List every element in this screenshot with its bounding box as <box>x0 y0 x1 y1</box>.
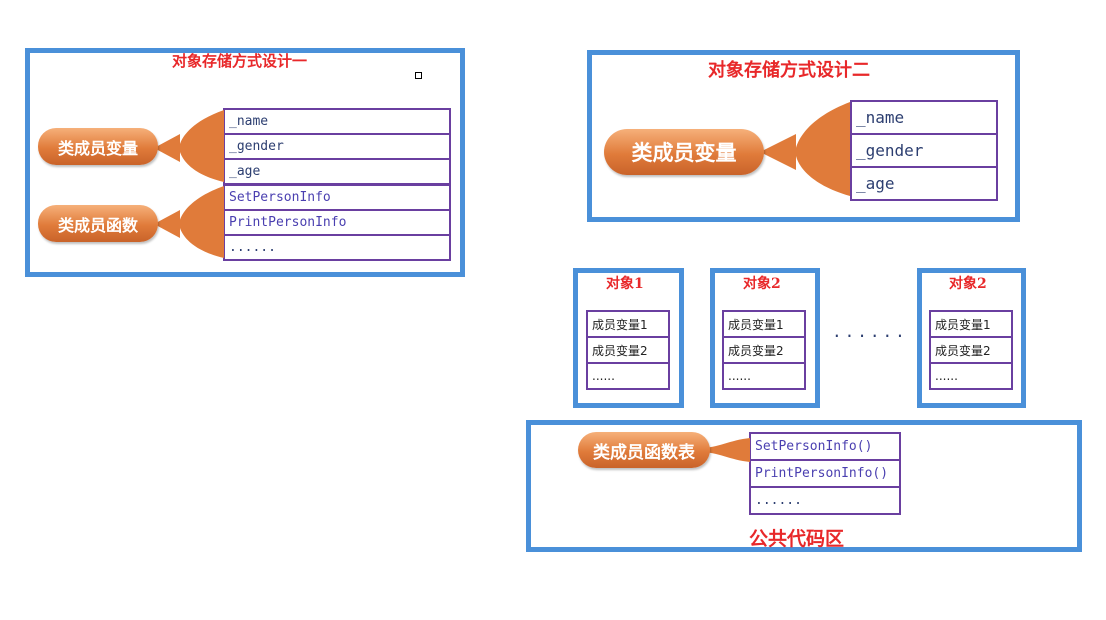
object-title: 对象2 <box>949 276 987 292</box>
object-title: 对象2 <box>743 276 781 292</box>
var-cell: _gender <box>223 133 451 160</box>
object-table: 成员变量1 成员变量2 ...... <box>586 310 670 390</box>
design1-var-pill: 类成员变量 <box>38 128 158 165</box>
design1-title: 对象存储方式设计一 <box>172 52 308 70</box>
design1-func-pill: 类成员函数 <box>38 205 158 242</box>
design1-func-arrow <box>154 186 224 258</box>
common-code-title: 公共代码区 <box>749 528 845 550</box>
member-cell: 成员变量1 <box>929 310 1013 338</box>
func-cell: ...... <box>223 234 451 261</box>
design2-var-arrow <box>760 102 850 196</box>
member-cell: ...... <box>929 362 1013 390</box>
object-title: 对象1 <box>606 276 644 292</box>
func-cell: SetPersonInfo <box>223 184 451 211</box>
member-cell: 成员变量2 <box>929 336 1013 364</box>
design2-var-pill: 类成员变量 <box>604 129 764 175</box>
var-cell: _age <box>850 166 998 201</box>
object-table: 成员变量1 成员变量2 ...... <box>929 310 1013 390</box>
design1-funcs-table: SetPersonInfo PrintPersonInfo ...... <box>223 184 451 261</box>
member-cell: ...... <box>586 362 670 390</box>
member-cell: 成员变量2 <box>722 336 806 364</box>
var-cell: _age <box>223 158 451 185</box>
func-cell: PrintPersonInfo <box>223 209 451 236</box>
design2-title: 对象存储方式设计二 <box>708 60 870 81</box>
design2-vars-table: _name _gender _age <box>850 100 998 201</box>
func-cell: PrintPersonInfo() <box>749 459 901 488</box>
member-cell: ...... <box>722 362 806 390</box>
object-table: 成员变量1 成员变量2 ...... <box>722 310 806 390</box>
var-cell: _name <box>223 108 451 135</box>
design1-var-arrow <box>154 110 224 182</box>
func-cell: ...... <box>749 486 901 515</box>
member-cell: 成员变量2 <box>586 336 670 364</box>
objects-ellipsis: ...... <box>832 322 908 341</box>
func-cell: SetPersonInfo() <box>749 432 901 461</box>
design1-vars-table: _name _gender _age <box>223 108 451 185</box>
var-cell: _name <box>850 100 998 135</box>
var-cell: _gender <box>850 133 998 168</box>
selection-handle[interactable] <box>415 72 422 79</box>
member-cell: 成员变量1 <box>722 310 806 338</box>
common-funcs-table: SetPersonInfo() PrintPersonInfo() ...... <box>749 432 901 515</box>
common-func-pill: 类成员函数表 <box>578 432 710 468</box>
member-cell: 成员变量1 <box>586 310 670 338</box>
